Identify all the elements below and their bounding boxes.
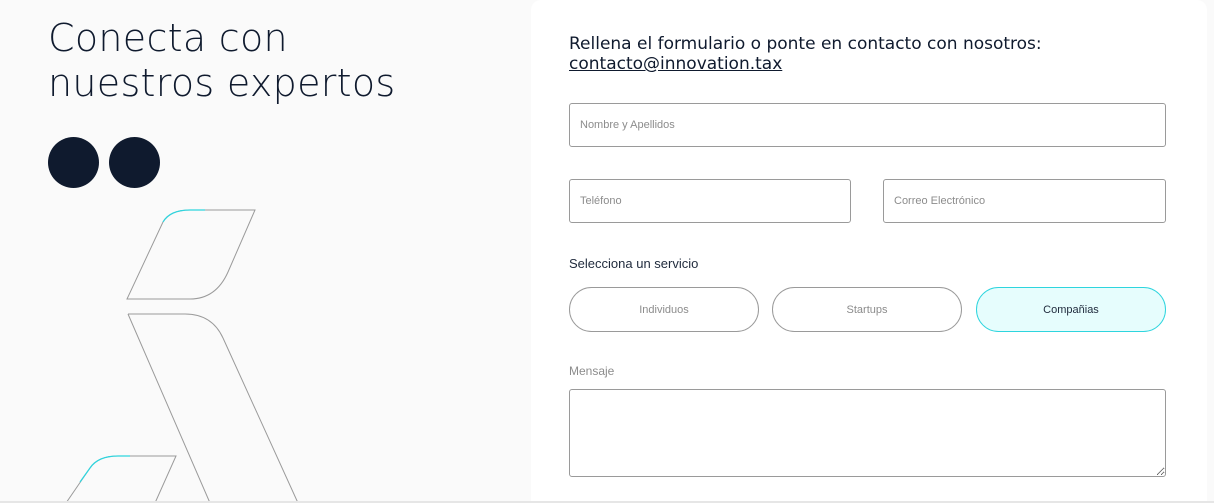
service-option-label: Individuos	[639, 303, 689, 316]
hero-panel: Conecta con nuestros expertos	[0, 0, 531, 503]
logo-diagonal	[127, 313, 299, 503]
contact-form-panel: Rellena el formulario o ponte en contact…	[531, 0, 1207, 503]
contact-email-link[interactable]: contacto@innovation.tax	[569, 54, 782, 74]
logo-leaf-top-accent	[162, 209, 205, 223]
service-option-startups[interactable]: Startups	[772, 287, 962, 332]
service-option-companias[interactable]: Compañias	[976, 287, 1166, 332]
message-field[interactable]	[569, 389, 1166, 477]
message-label: Mensaje	[569, 364, 615, 378]
intro-text: Rellena el formulario o ponte en contact…	[569, 34, 1042, 54]
service-option-label: Startups	[846, 303, 888, 316]
form-intro: Rellena el formulario o ponte en contact…	[569, 34, 1042, 74]
phone-field[interactable]	[569, 179, 851, 223]
service-option-label: Compañias	[1043, 303, 1099, 316]
name-field[interactable]	[569, 103, 1166, 147]
logo-leaf-top	[126, 209, 256, 300]
brand-logo-decoration	[65, 209, 299, 503]
logo-leaf-bottom-accent	[79, 455, 130, 483]
service-option-individuos[interactable]: Individuos	[569, 287, 759, 332]
email-field[interactable]	[883, 179, 1166, 223]
service-label: Selecciona un servicio	[569, 256, 699, 271]
